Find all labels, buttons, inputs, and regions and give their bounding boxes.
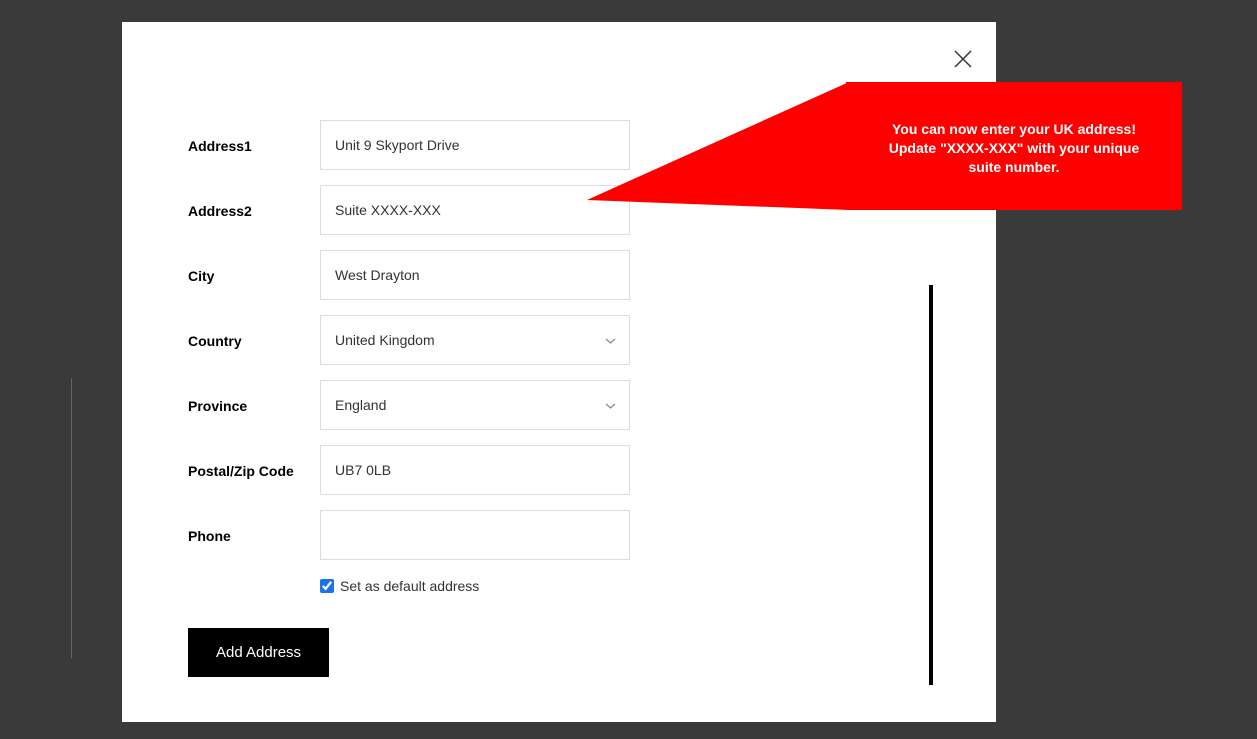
province-label: Province <box>188 396 320 414</box>
country-select[interactable]: United Kingdom <box>320 315 630 365</box>
postal-row: Postal/Zip Code <box>188 445 788 495</box>
phone-label: Phone <box>188 526 320 544</box>
phone-row: Phone <box>188 510 788 560</box>
address2-row: Address2 <box>188 185 788 235</box>
phone-input[interactable] <box>320 510 630 560</box>
postal-label: Postal/Zip Code <box>188 461 320 479</box>
province-row: Province England <box>188 380 788 430</box>
address-form: Address1 Address2 City Country United Ki… <box>188 120 788 677</box>
province-select[interactable]: England <box>320 380 630 430</box>
default-address-label: Set as default address <box>340 578 479 594</box>
callout-tooltip: You can now enter your UK address! Updat… <box>846 82 1182 210</box>
city-input[interactable] <box>320 250 630 300</box>
add-address-button[interactable]: Add Address <box>188 628 329 677</box>
address1-row: Address1 <box>188 120 788 170</box>
address2-input[interactable] <box>320 185 630 235</box>
close-icon[interactable] <box>954 50 972 73</box>
callout-text-line3: suite number. <box>868 158 1160 177</box>
postal-input[interactable] <box>320 445 630 495</box>
default-address-checkbox[interactable] <box>320 579 334 593</box>
callout-text-line2: Update "XXXX-XXX" with your unique <box>868 139 1160 158</box>
default-address-row: Set as default address <box>320 578 788 594</box>
background-mark <box>71 378 72 658</box>
address1-label: Address1 <box>188 136 320 154</box>
callout-text-line1: You can now enter your UK address! <box>892 121 1136 137</box>
address1-input[interactable] <box>320 120 630 170</box>
city-row: City <box>188 250 788 300</box>
city-label: City <box>188 266 320 284</box>
address2-label: Address2 <box>188 201 320 219</box>
country-label: Country <box>188 331 320 349</box>
country-row: Country United Kingdom <box>188 315 788 365</box>
scrollbar-thumb[interactable] <box>929 285 933 685</box>
